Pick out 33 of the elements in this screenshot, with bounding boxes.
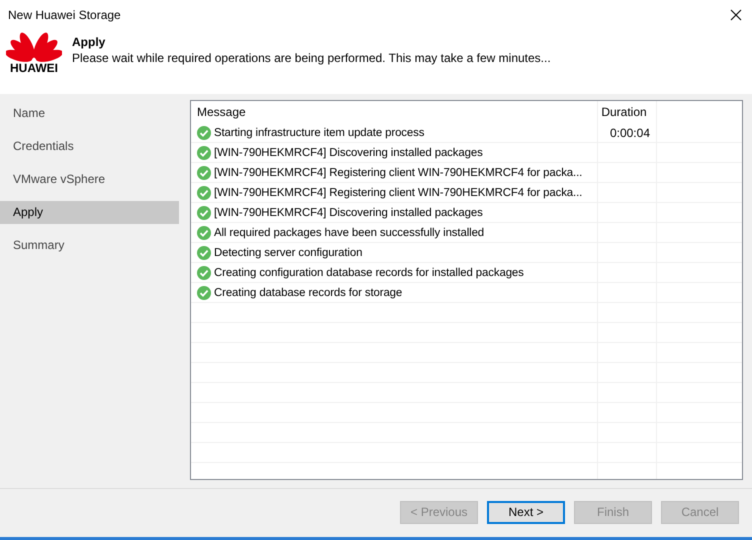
step-description: Please wait while required operations are being performed. This may take a few minutes... [72, 50, 551, 67]
table-cell: Starting infrastructure item update process [191, 123, 598, 142]
table-cell: Creating database records for storage [191, 283, 598, 302]
check-icon [197, 146, 211, 160]
table-cell: [WIN-790HEKMRCF4] Discovering installed packages [191, 143, 598, 162]
sidebar-item[interactable]: VMware vSphere [0, 168, 179, 191]
table-cell: Creating configuration database records for installed packages [191, 263, 598, 282]
logo-text: HUAWEI [10, 62, 58, 75]
check-icon [197, 286, 211, 300]
close-icon[interactable] [730, 9, 742, 21]
column-header[interactable]: Message [191, 101, 598, 123]
table-cell: All required packages have been successfully installed [191, 223, 598, 242]
table-cell: Detecting server configuration [191, 243, 598, 262]
table-cell: [WIN-790HEKMRCF4] Registering client WIN-790HEKMRCF4 for packa... [191, 183, 598, 202]
sidebar-item[interactable]: Summary [0, 234, 179, 257]
check-icon [197, 266, 211, 280]
column-header[interactable]: Duration [598, 101, 657, 123]
sidebar-item[interactable]: Name [0, 102, 179, 125]
sidebar-item[interactable]: Apply [0, 201, 179, 224]
window-title: New Huawei Storage [8, 8, 121, 22]
check-icon [197, 166, 211, 180]
wizard-button[interactable]: Next > [487, 500, 565, 524]
check-icon [197, 206, 211, 220]
check-icon [197, 226, 211, 240]
check-icon [197, 126, 211, 140]
flower-logo-icon [6, 30, 62, 64]
check-icon [197, 246, 211, 260]
sidebar-item[interactable]: Credentials [0, 135, 179, 158]
table-cell: 0:00:04 [610, 126, 650, 140]
step-title: Apply [72, 34, 106, 50]
check-icon [197, 186, 211, 200]
table-cell: [WIN-790HEKMRCF4] Registering client WIN-790HEKMRCF4 for packa... [191, 163, 598, 182]
table-cell: [WIN-790HEKMRCF4] Discovering installed packages [191, 203, 598, 222]
